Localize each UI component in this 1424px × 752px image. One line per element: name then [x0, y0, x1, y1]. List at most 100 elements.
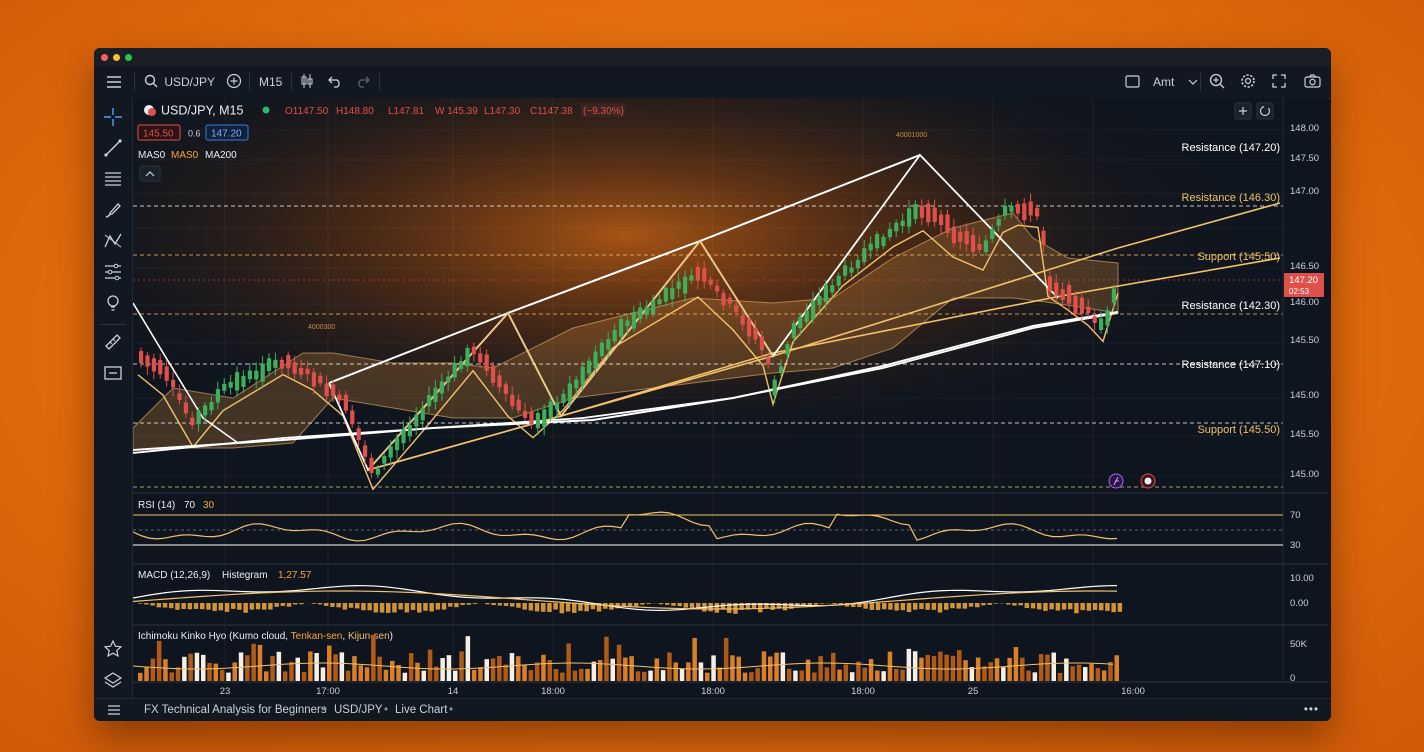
- macd-histogram-bar: [336, 603, 341, 608]
- refresh-button[interactable]: [1256, 102, 1274, 120]
- candle-body: [945, 214, 950, 233]
- status-item[interactable]: FX Technical Analysis for Beginners: [144, 699, 327, 721]
- layout-icon[interactable]: [1125, 66, 1140, 98]
- symbol-search[interactable]: USD/JPY: [144, 66, 215, 98]
- chevron-down-icon: [1188, 79, 1198, 85]
- candle-body: [900, 220, 905, 227]
- volume-bar: [894, 668, 899, 681]
- volume-bar: [812, 672, 817, 681]
- close-window-button[interactable]: [101, 54, 108, 61]
- status-bar: FX Technical Analysis for Beginners • US…: [94, 698, 1331, 721]
- layers-icon[interactable]: [102, 670, 124, 692]
- volume-tick: 0: [1290, 673, 1295, 684]
- volume-bar: [465, 636, 471, 681]
- minimize-window-button[interactable]: [113, 54, 120, 61]
- add-symbol-icon[interactable]: [226, 66, 242, 98]
- macd-histogram-bar: [441, 603, 447, 610]
- status-item[interactable]: USD/JPY: [334, 699, 383, 721]
- chart-area[interactable]: Resistance (147.20) Resistance (146.30) Su…: [133, 98, 1328, 698]
- sell-button[interactable]: 145.50: [137, 124, 181, 141]
- volume-panel[interactable]: Ichimoku Kinko Hyo (Kumo cloud, Tenkan-s…: [133, 631, 1308, 684]
- macd-histogram-bar: [931, 603, 937, 610]
- volume-bar: [957, 650, 962, 681]
- candle-body: [222, 383, 227, 391]
- add-indicator-button[interactable]: [1234, 102, 1252, 120]
- settings-gear-icon[interactable]: [1240, 66, 1256, 98]
- candle-body: [951, 226, 956, 244]
- candle-body: [177, 393, 182, 401]
- more-options-icon[interactable]: •••: [1304, 699, 1319, 721]
- status-separator: •: [449, 704, 454, 716]
- volume-bar: [194, 652, 200, 681]
- macd-histogram-bar: [410, 603, 416, 610]
- undo-icon[interactable]: [328, 66, 342, 98]
- collapse-legend-button[interactable]: [139, 165, 161, 182]
- volume-bar: [478, 667, 483, 681]
- candle-body: [273, 359, 278, 368]
- crosshair-icon[interactable]: [102, 106, 124, 128]
- volume-bar: [175, 667, 181, 681]
- redo-icon[interactable]: [356, 66, 370, 98]
- brush-icon[interactable]: [102, 199, 124, 221]
- volume-bar: [402, 672, 408, 681]
- macd-histogram-bar: [187, 603, 193, 610]
- buy-button[interactable]: 147.20: [205, 124, 249, 141]
- candle-body: [1067, 284, 1072, 304]
- ohlc-open: O1147.50: [285, 106, 329, 117]
- macd-histogram-bar: [534, 603, 540, 612]
- macd-histogram-bar: [634, 603, 639, 607]
- pattern-icon[interactable]: [102, 230, 124, 252]
- macd-histogram-bar: [900, 603, 906, 611]
- time-axis[interactable]: 23 17:00 14 18:00 18:00 18:00 25 16:00: [220, 686, 1145, 697]
- timeframe-button[interactable]: M15: [259, 66, 282, 98]
- camera-icon[interactable]: [1304, 66, 1321, 98]
- trend-line-icon[interactable]: [102, 137, 124, 159]
- candle-body: [427, 395, 432, 407]
- maximize-window-button[interactable]: [125, 54, 132, 61]
- menu-icon[interactable]: [100, 66, 128, 98]
- status-item[interactable]: Live Chart: [395, 699, 447, 721]
- candles-icon[interactable]: [300, 66, 314, 98]
- zoom-icon[interactable]: [1209, 66, 1225, 98]
- idea-bulb-icon[interactable]: [102, 292, 124, 314]
- macd-histogram-bar: [646, 603, 651, 604]
- macd-histogram-bar: [1037, 603, 1042, 610]
- volume-bar: [660, 670, 666, 681]
- ruler-icon[interactable]: [102, 331, 124, 353]
- rsi-panel[interactable]: RSI (14) 70 30 70 30: [133, 500, 1301, 551]
- volume-bar: [1045, 654, 1050, 681]
- candle-body: [356, 428, 361, 441]
- candle-body: [836, 275, 841, 286]
- candle-body: [535, 412, 540, 429]
- volume-bar: [969, 667, 975, 681]
- current-price: 147.20: [1289, 275, 1318, 286]
- candle-body: [491, 365, 496, 383]
- volume-bar: [245, 655, 250, 681]
- macd-panel[interactable]: MACD (12,26,9) Histegram 1,27.57 10.00 0…: [133, 570, 1314, 614]
- fullscreen-icon[interactable]: [1272, 66, 1286, 98]
- candle-body: [708, 279, 713, 285]
- sidebar-divider: [100, 324, 126, 325]
- candle-body: [587, 360, 592, 374]
- event-marker[interactable]: [1108, 473, 1124, 489]
- volume-bar: [579, 668, 584, 681]
- volume-bar: [301, 671, 307, 681]
- fib-lines-icon[interactable]: [102, 168, 124, 190]
- macd-histogram-bar: [472, 603, 478, 604]
- text-box-icon[interactable]: [102, 362, 124, 384]
- candle-body: [145, 355, 150, 367]
- candle-body: [772, 379, 777, 396]
- event-marker[interactable]: [1140, 473, 1156, 489]
- candle-body: [382, 456, 387, 464]
- volume-bar: [345, 670, 351, 681]
- ohlc-w: W 145.39: [435, 106, 478, 117]
- macd-histogram-bar: [497, 603, 503, 606]
- candle-body: [567, 383, 572, 402]
- candle-body: [196, 411, 201, 425]
- measure-lines-icon[interactable]: [102, 261, 124, 283]
- amount-dropdown[interactable]: Amt: [1153, 66, 1198, 98]
- settings-sliders-icon[interactable]: [107, 704, 121, 716]
- volume-bar: [415, 662, 420, 681]
- candle-body: [478, 353, 483, 363]
- favorites-star-icon[interactable]: [102, 638, 124, 660]
